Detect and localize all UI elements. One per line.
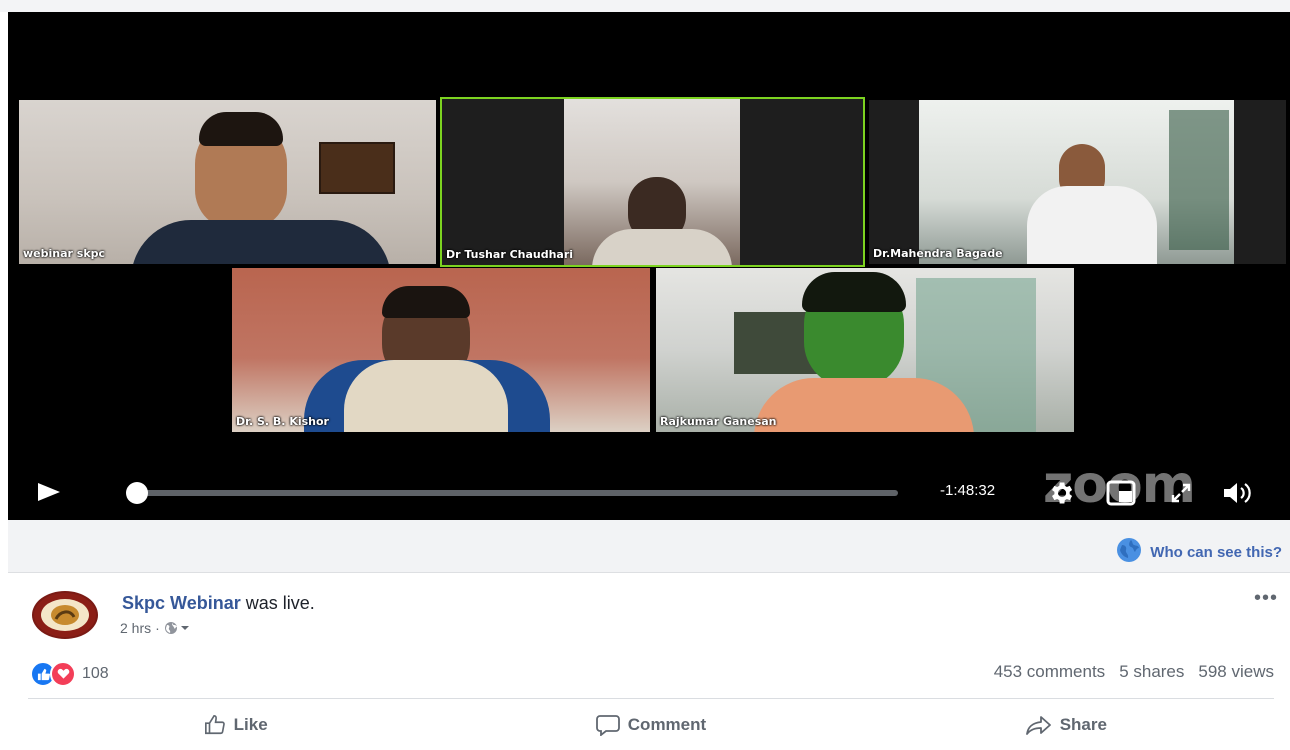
visibility-bar: Who can see this? — [8, 520, 1290, 572]
participant-tile: Dr.Mahendra Bagade — [869, 100, 1286, 264]
globe-icon — [164, 622, 177, 634]
participant-tile-active: Dr Tushar Chaudhari — [440, 97, 865, 267]
chevron-down-icon — [180, 626, 189, 630]
top-strip — [0, 0, 1290, 12]
thumbs-up-icon — [204, 715, 225, 735]
participant-name: Dr.Mahendra Bagade — [873, 247, 1003, 260]
comment-icon — [595, 715, 620, 736]
participant-tile: Rajkumar Ganesan — [656, 268, 1074, 432]
share-button[interactable]: Share — [859, 703, 1274, 747]
gear-icon[interactable] — [1044, 477, 1078, 509]
comments-count[interactable]: 453 comments — [994, 662, 1106, 682]
post-actions: Like Comment Share — [28, 703, 1274, 747]
progress-scrubber[interactable] — [126, 482, 148, 504]
shares-count[interactable]: 5 shares — [1119, 662, 1184, 682]
time-remaining: -1:48:32 — [940, 482, 996, 499]
video-player[interactable]: webinar skpc Dr Tushar Chaudhari Dr.Mahe… — [8, 12, 1290, 520]
who-can-see-label: Who can see this? — [1150, 543, 1282, 561]
love-reaction-icon — [50, 661, 76, 687]
divider — [28, 698, 1274, 699]
video-controls: zoom -1:48:32 — [8, 455, 1290, 520]
participant-name: webinar skpc — [23, 247, 106, 260]
reaction-count: 108 — [82, 665, 109, 682]
views-count[interactable]: 598 views — [1198, 662, 1274, 682]
who-can-see-link[interactable]: Who can see this? — [1116, 537, 1282, 567]
post-stats: 453 comments 5 shares 598 views — [994, 662, 1274, 682]
share-icon — [1025, 716, 1051, 735]
participant-tile: webinar skpc — [19, 100, 436, 264]
play-icon[interactable] — [38, 483, 60, 501]
more-options-button[interactable]: ••• — [1254, 587, 1278, 610]
participant-name: Dr. S. B. Kishor — [236, 415, 329, 428]
post-header: Skpc Webinar was live. — [122, 593, 315, 614]
post-time[interactable]: 2 hrs — [120, 620, 151, 636]
audience-selector[interactable] — [164, 621, 190, 635]
participant-name: Rajkumar Ganesan — [660, 415, 777, 428]
page-name-link[interactable]: Skpc Webinar — [122, 593, 241, 613]
globe-icon — [1116, 537, 1142, 567]
page-avatar[interactable] — [32, 591, 98, 639]
comment-button[interactable]: Comment — [443, 703, 858, 747]
post-card: Skpc Webinar was live. 2 hrs · ••• 108 4… — [8, 572, 1290, 750]
post-status: was live. — [240, 593, 315, 613]
volume-icon[interactable] — [1222, 477, 1256, 509]
participant-name: Dr Tushar Chaudhari — [446, 248, 574, 261]
progress-track[interactable] — [133, 490, 898, 496]
participant-tile: Dr. S. B. Kishor — [232, 268, 650, 432]
reactions-summary[interactable]: 108 — [30, 661, 109, 687]
picture-in-picture-icon[interactable] — [1104, 477, 1138, 509]
like-button[interactable]: Like — [28, 703, 443, 747]
fullscreen-icon[interactable] — [1164, 477, 1198, 509]
post-meta: 2 hrs · — [120, 620, 190, 636]
